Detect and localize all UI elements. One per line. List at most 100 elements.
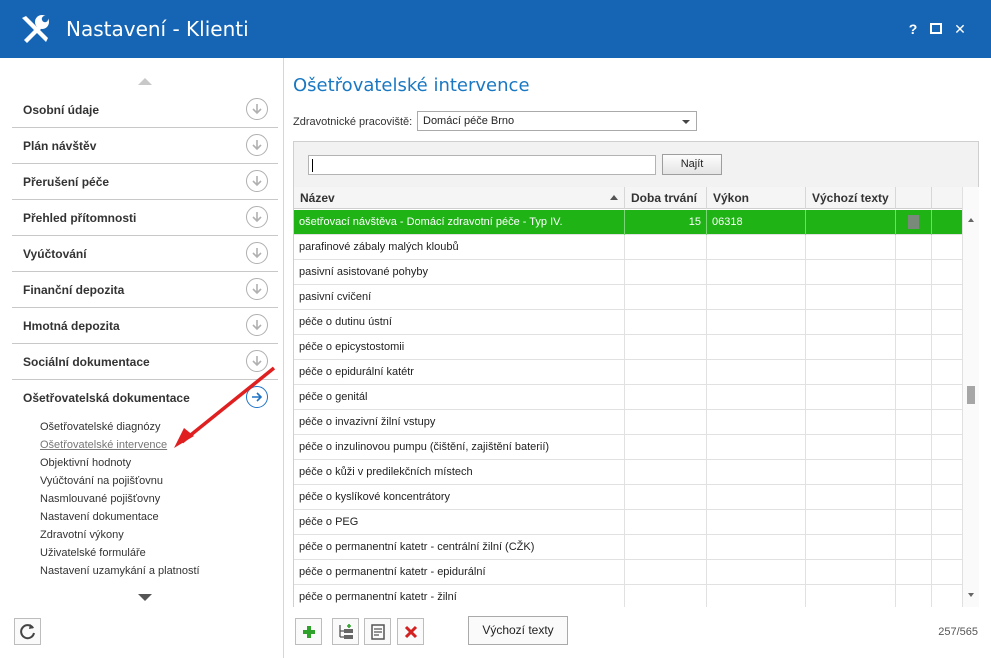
sub-item-osetrovatelske-diagnozy[interactable]: Ošetřovatelské diagnózy — [40, 421, 160, 433]
nazev-cell: péče o permanentní katetr - centrální ži… — [294, 535, 625, 560]
nazev-cell: péče o kyslíkové koncentrátory — [294, 485, 625, 510]
vychozi-texty-cell — [806, 460, 896, 485]
scroll-up-icon[interactable] — [968, 218, 974, 222]
spacer-cell — [932, 335, 962, 360]
sidebar-scroll-up-icon[interactable] — [138, 78, 152, 85]
sidebar-item-prehled-pritomnosti[interactable]: Přehled přítomnosti — [12, 200, 278, 236]
vykon-cell — [707, 235, 806, 260]
close-button[interactable]: ✕ — [951, 20, 969, 38]
document-icon[interactable] — [908, 215, 919, 229]
add-button[interactable] — [295, 618, 322, 645]
sub-item-nastaveni-uzamykani[interactable]: Nastavení uzamykání a platností — [40, 565, 200, 577]
sidebar-item-osobni-udaje[interactable]: Osobní údaje — [12, 92, 278, 128]
maximize-button[interactable] — [927, 20, 945, 38]
vykon-cell — [707, 260, 806, 285]
sidebar-item-hmotna-depozita[interactable]: Hmotná depozita — [12, 308, 278, 344]
table-row[interactable]: péče o genitál — [294, 385, 962, 410]
nazev-cell: péče o genitál — [294, 385, 625, 410]
column-header-doba-trvani[interactable]: Doba trvání — [625, 187, 707, 209]
table-row[interactable]: péče o invazivní žilní vstupy — [294, 410, 962, 435]
workplace-select[interactable]: Domácí péče Brno — [417, 111, 697, 131]
sidebar-item-label: Sociální dokumentace — [23, 355, 150, 369]
arrow-down-circle-icon[interactable] — [246, 278, 268, 300]
sidebar-scroll-down-icon[interactable] — [138, 594, 152, 601]
refresh-button[interactable] — [14, 618, 41, 645]
sidebar-item-preruseni-pece[interactable]: Přerušení péče — [12, 164, 278, 200]
doba-trvani-cell — [625, 260, 707, 285]
table-row[interactable]: péče o inzulinovou pumpu (čištění, zajiš… — [294, 435, 962, 460]
vychozi-texty-cell — [806, 260, 896, 285]
column-header-nazev[interactable]: Název — [294, 187, 625, 209]
spacer-cell — [932, 385, 962, 410]
delete-button[interactable] — [397, 618, 424, 645]
sub-item-uzivatelske-formulare[interactable]: Uživatelské formuláře — [40, 547, 146, 559]
table-row[interactable]: péče o permanentní katetr - epidurální — [294, 560, 962, 585]
table-row[interactable]: péče o epidurální katétr — [294, 360, 962, 385]
doba-trvani-cell: 15 — [625, 210, 707, 235]
table-row[interactable]: péče o epicystostomii — [294, 335, 962, 360]
arrow-down-circle-icon[interactable] — [246, 314, 268, 336]
sub-item-nastaveni-dokumentace[interactable]: Nastavení dokumentace — [40, 511, 159, 523]
scroll-down-icon[interactable] — [968, 593, 974, 597]
edit-button[interactable] — [364, 618, 391, 645]
table-row[interactable]: pasivní asistované pohyby — [294, 260, 962, 285]
table-scrollbar[interactable] — [962, 187, 979, 607]
sub-item-zdravotni-vykony[interactable]: Zdravotní výkony — [40, 529, 124, 541]
default-texts-button[interactable]: Výchozí texty — [468, 616, 568, 645]
vykon-cell — [707, 385, 806, 410]
spacer-cell — [932, 485, 962, 510]
vychozi-texty-cell — [806, 385, 896, 410]
sub-item-vyuctovani-na-pojistovnu[interactable]: Vyúčtování na pojišťovnu — [40, 475, 163, 487]
table-row[interactable]: ošetřovací návštěva - Domácí zdravotní p… — [294, 210, 962, 235]
sort-ascending-icon — [610, 195, 618, 200]
vychozi-texty-cell — [806, 560, 896, 585]
nazev-cell: péče o inzulinovou pumpu (čištění, zajiš… — [294, 435, 625, 460]
sidebar-item-financni-depozita[interactable]: Finanční depozita — [12, 272, 278, 308]
grid-panel: Najít Název Doba trvání Výkon Výchozí te… — [293, 141, 979, 607]
table-row[interactable]: péče o PEG — [294, 510, 962, 535]
help-button[interactable]: ? — [904, 20, 922, 38]
column-header-vychozi-texty[interactable]: Výchozí texty — [806, 187, 896, 209]
sidebar-item-label: Ošetřovatelská dokumentace — [23, 391, 190, 405]
table-row[interactable]: pasivní cvičení — [294, 285, 962, 310]
sub-item-nasmlouvane-pojistovny[interactable]: Nasmlouvané pojišťovny — [40, 493, 160, 505]
filter-label: Zdravotnické pracoviště: — [293, 116, 413, 128]
vykon-cell — [707, 485, 806, 510]
table-row[interactable]: parafinové zábaly malých kloubů — [294, 235, 962, 260]
table-row[interactable]: péče o kůži v predilekčních místech — [294, 460, 962, 485]
doba-trvani-cell — [625, 360, 707, 385]
table-row[interactable]: péče o kyslíkové koncentrátory — [294, 485, 962, 510]
doba-trvani-cell — [625, 410, 707, 435]
arrow-down-circle-icon[interactable] — [246, 242, 268, 264]
table-row[interactable]: péče o permanentní katetr - žilní — [294, 585, 962, 607]
doba-trvani-cell — [625, 510, 707, 535]
sidebar-item-plan-navstev[interactable]: Plán návštěv — [12, 128, 278, 164]
sidebar-item-label: Přerušení péče — [23, 175, 110, 189]
arrow-down-circle-icon[interactable] — [246, 170, 268, 192]
doba-trvani-cell — [625, 460, 707, 485]
column-header-vykon[interactable]: Výkon — [707, 187, 806, 209]
scrollbar-thumb[interactable] — [967, 386, 975, 404]
arrow-down-circle-icon[interactable] — [246, 206, 268, 228]
vykon-cell — [707, 560, 806, 585]
column-header-doc — [896, 187, 932, 209]
sub-item-osetrovatelske-intervence[interactable]: Ošetřovatelské intervence — [40, 439, 167, 451]
sidebar-item-label: Přehled přítomnosti — [23, 211, 137, 225]
nazev-cell: péče o epicystostomii — [294, 335, 625, 360]
refresh-icon — [20, 624, 35, 640]
nazev-cell: péče o permanentní katetr - epidurální — [294, 560, 625, 585]
vychozi-texty-cell — [806, 485, 896, 510]
table-row[interactable]: péče o dutinu ústní — [294, 310, 962, 335]
vykon-cell — [707, 360, 806, 385]
search-input[interactable] — [308, 155, 656, 175]
doba-trvani-cell — [625, 485, 707, 510]
add-child-button[interactable] — [332, 618, 359, 645]
sub-item-objektivni-hodnoty[interactable]: Objektivní hodnoty — [40, 457, 131, 469]
arrow-down-circle-icon[interactable] — [246, 134, 268, 156]
search-button[interactable]: Najít — [662, 154, 722, 175]
table-row[interactable]: péče o permanentní katetr - centrální ži… — [294, 535, 962, 560]
sidebar-item-vyuctovani[interactable]: Vyúčtování — [12, 236, 278, 272]
doba-trvani-cell — [625, 285, 707, 310]
vychozi-texty-cell — [806, 210, 896, 235]
arrow-down-circle-icon[interactable] — [246, 98, 268, 120]
